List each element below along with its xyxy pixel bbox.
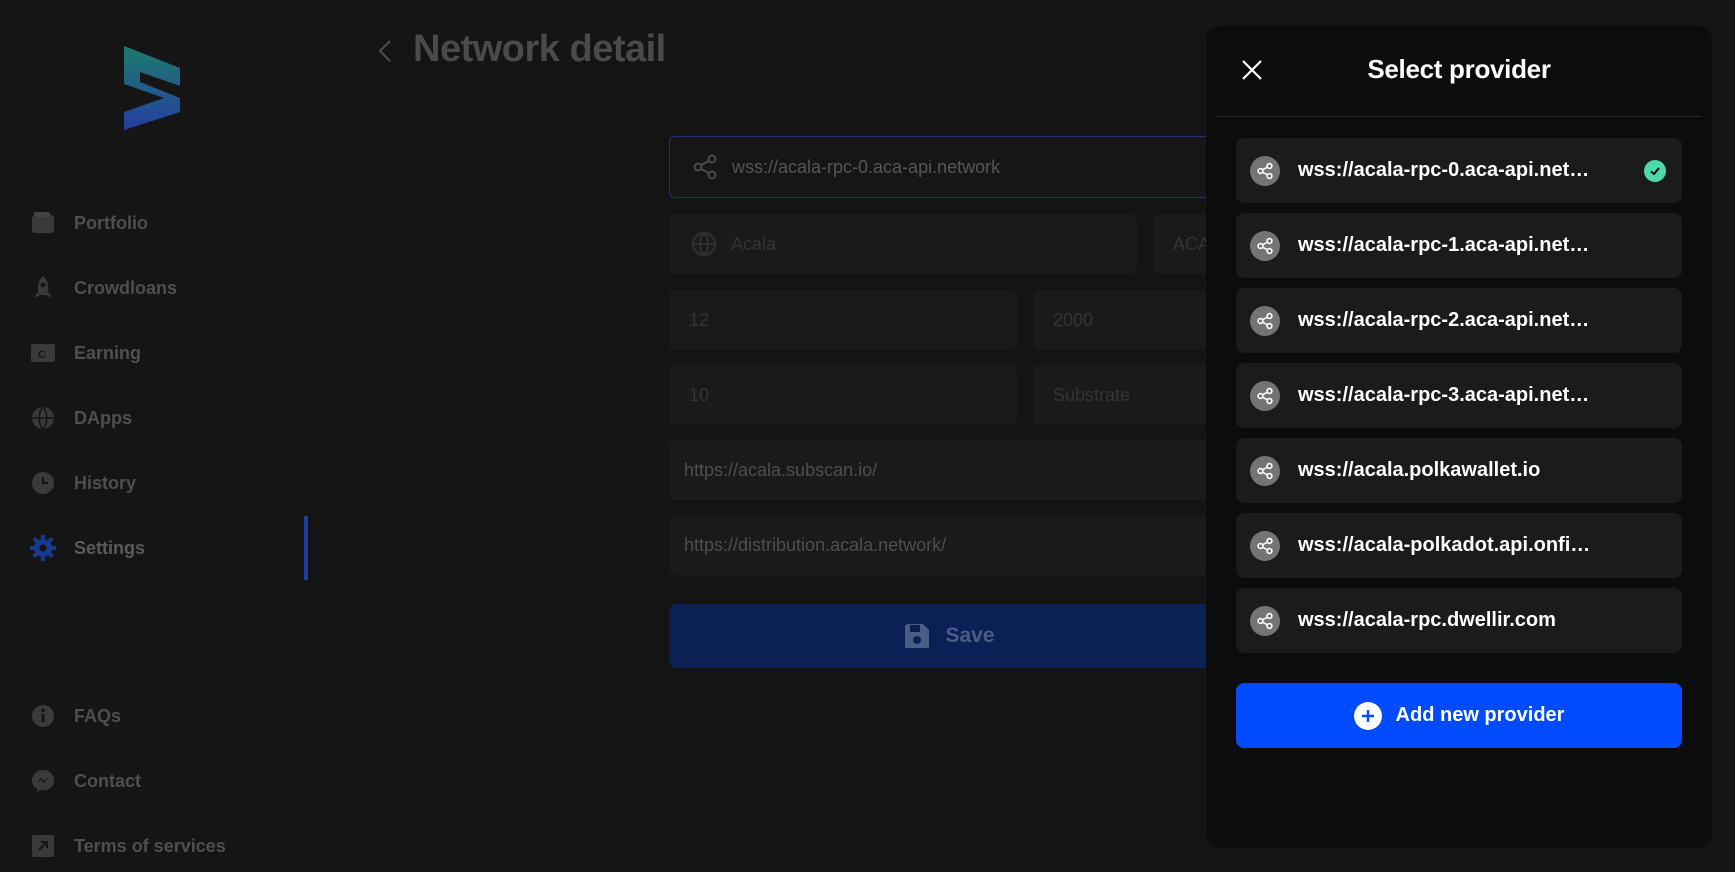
decimals-value: 12 xyxy=(689,309,710,330)
decimals-field[interactable]: 12 xyxy=(669,290,1017,350)
provider-label: wss://acala-polkadot.api.onfi… xyxy=(1298,534,1591,556)
sidebar-item-terms[interactable]: Terms of services xyxy=(30,831,226,861)
provider-label: wss://acala-rpc-1.aca-api.net… xyxy=(1298,234,1590,256)
type-field[interactable]: Substrate xyxy=(1033,365,1229,425)
sidebar-item-label: Crowdloans xyxy=(74,277,178,298)
explorer-value: https://acala.subscan.io/ xyxy=(684,459,878,480)
sidebar-item-label: DApps xyxy=(74,407,132,428)
type-value: Substrate xyxy=(1053,384,1131,405)
ed-field[interactable]: 10 xyxy=(669,365,1017,425)
sidebar-item-label: History xyxy=(74,472,137,493)
sidebar-item-label: Terms of services xyxy=(74,835,226,856)
provider-label: wss://acala-rpc-2.aca-api.net… xyxy=(1298,309,1590,331)
svg-text:C: C xyxy=(38,349,46,361)
chain-id-value: 2000 xyxy=(1053,309,1094,330)
messenger-icon xyxy=(30,768,56,794)
chain-id-field[interactable]: 2000 xyxy=(1033,290,1229,350)
add-new-provider-button[interactable]: Add new provider xyxy=(1236,683,1682,748)
subwallet-logo xyxy=(124,46,180,130)
clock-icon xyxy=(30,470,56,496)
provider-option[interactable]: wss://acala-rpc-0.aca-api.net… xyxy=(1236,138,1682,203)
globe-icon xyxy=(689,229,719,259)
rocket-icon xyxy=(30,275,56,301)
provider-label: wss://acala-rpc.dwellir.com xyxy=(1298,609,1556,631)
save-icon xyxy=(905,624,930,648)
modal-title: Select provider xyxy=(1367,54,1551,84)
share-icon xyxy=(1250,455,1280,486)
provider-label: wss://acala.polkawallet.io xyxy=(1298,459,1541,481)
share-icon xyxy=(1250,230,1280,261)
sidebar-item-label: Settings xyxy=(74,537,146,558)
page-title: Network detail xyxy=(413,28,666,70)
share-icon xyxy=(1250,530,1280,561)
check-icon xyxy=(1644,160,1666,182)
sidebar-item-portfolio[interactable]: Portfolio xyxy=(30,208,148,238)
sidebar-item-label: FAQs xyxy=(74,705,122,726)
share-icon xyxy=(1250,605,1280,636)
sidebar-item-history[interactable]: History xyxy=(30,468,136,498)
sidebar-item-label: Earning xyxy=(74,342,142,363)
gear-icon xyxy=(30,535,56,561)
chevron-left-icon xyxy=(378,40,391,62)
share-icon xyxy=(1250,155,1280,186)
globe-icon xyxy=(30,405,56,431)
provider-option[interactable]: wss://acala-rpc-3.aca-api.net… xyxy=(1236,363,1682,428)
sidebar-item-crowdloans[interactable]: Crowdloans xyxy=(30,273,177,303)
sidebar-item-label: Contact xyxy=(74,770,141,791)
crowdloan-url-field[interactable]: https://distribution.acala.network/ xyxy=(669,515,1229,575)
provider-option[interactable]: wss://acala-rpc-2.aca-api.net… xyxy=(1236,288,1682,353)
provider-value: wss://acala-rpc-0.aca-api.network xyxy=(732,156,1001,177)
name-field[interactable]: Acala xyxy=(669,214,1137,274)
share-icon xyxy=(1250,305,1280,336)
explorer-field[interactable]: https://acala.subscan.io/ xyxy=(669,440,1229,500)
provider-option[interactable]: wss://acala-rpc-1.aca-api.net… xyxy=(1236,213,1682,278)
save-button[interactable]: Save xyxy=(669,604,1229,668)
select-provider-modal: Select provider wss://acala-rpc-0.aca-ap… xyxy=(1206,26,1712,848)
info-icon xyxy=(30,703,56,729)
provider-option[interactable]: wss://acala-rpc.dwellir.com xyxy=(1236,588,1682,653)
symbol-value: ACA xyxy=(1173,233,1211,254)
save-label: Save xyxy=(945,624,995,647)
external-link-icon xyxy=(30,833,56,859)
share-icon xyxy=(690,152,720,182)
name-value: Acala xyxy=(731,233,777,254)
divider xyxy=(1216,116,1702,117)
sidebar-item-label: Portfolio xyxy=(74,212,148,233)
sidebar: Portfolio Crowdloans C Earning DApps His… xyxy=(0,0,308,872)
wallet-icon xyxy=(30,210,56,236)
sidebar-item-faqs[interactable]: FAQs xyxy=(30,701,121,731)
sidebar-item-dapps[interactable]: DApps xyxy=(30,403,132,433)
sidebar-item-contact[interactable]: Contact xyxy=(30,766,141,796)
provider-field[interactable]: wss://acala-rpc-0.aca-api.network xyxy=(669,136,1229,198)
provider-label: wss://acala-rpc-3.aca-api.net… xyxy=(1298,384,1590,406)
sidebar-item-settings[interactable]: Settings xyxy=(30,533,145,563)
crowdloan-url-value: https://distribution.acala.network/ xyxy=(684,534,947,555)
plus-circle-icon xyxy=(1353,701,1382,730)
sidebar-item-earning[interactable]: C Earning xyxy=(30,338,141,368)
provider-label: wss://acala-rpc-0.aca-api.net… xyxy=(1298,159,1590,181)
ed-value: 10 xyxy=(689,384,710,405)
provider-option[interactable]: wss://acala.polkawallet.io xyxy=(1236,438,1682,503)
provider-option[interactable]: wss://acala-polkadot.api.onfi… xyxy=(1236,513,1682,578)
share-icon xyxy=(1250,380,1280,411)
earning-icon: C xyxy=(30,340,56,366)
add-provider-label: Add new provider xyxy=(1395,704,1565,726)
back-button[interactable] xyxy=(370,34,400,68)
